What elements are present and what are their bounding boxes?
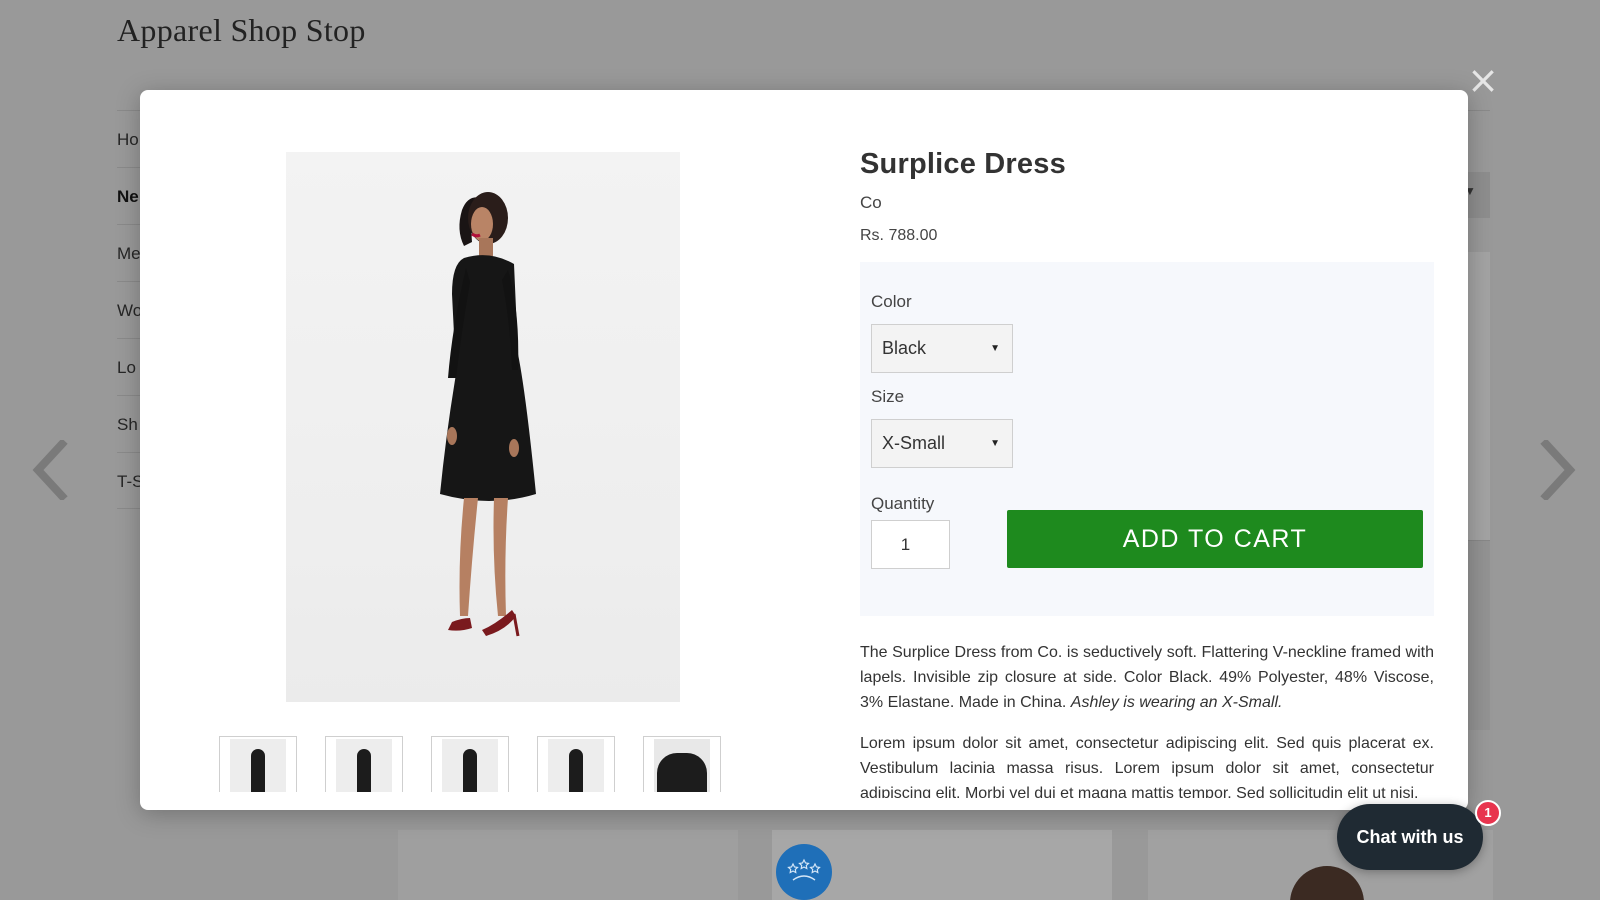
thumbnail-5[interactable]: [643, 736, 721, 792]
color-select-value: Black: [882, 338, 927, 358]
close-icon[interactable]: ×: [1467, 61, 1499, 99]
product-price: Rs. 788.00: [860, 227, 938, 244]
quantity-input[interactable]: 1: [871, 520, 950, 569]
description-paragraph-1: The Surplice Dress from Co. is seductive…: [860, 640, 1434, 715]
description-paragraph-2: Lorem ipsum dolor sit amet, consectetur …: [860, 735, 1434, 798]
stars-badge-icon[interactable]: [776, 844, 832, 900]
thumbnail-2[interactable]: [325, 736, 403, 792]
caret-down-icon: ▼: [990, 343, 1000, 354]
product-details: Surplice Dress Co Rs. 788.00: [860, 148, 1434, 245]
chevron-left-icon[interactable]: [30, 438, 70, 502]
product-options-form: Color Black ▼ Size X-Small ▼ Quantity 1 …: [860, 262, 1434, 616]
model-figure: [440, 192, 536, 637]
chevron-right-icon[interactable]: [1538, 438, 1578, 502]
chat-button[interactable]: Chat with us: [1337, 804, 1483, 870]
caret-down-icon: ▼: [990, 438, 1000, 449]
product-title: Surplice Dress: [860, 148, 1066, 180]
thumbnail-strip: [219, 736, 729, 792]
size-select[interactable]: X-Small ▼: [871, 419, 1013, 468]
store-title[interactable]: Apparel Shop Stop: [117, 12, 366, 49]
product-description: The Surplice Dress from Co. is seductive…: [860, 640, 1434, 798]
description-model-note: Ashley is wearing an X-Small.: [1070, 694, 1283, 711]
background-product-card[interactable]: [398, 830, 738, 900]
product-main-image[interactable]: [286, 152, 680, 702]
stars-icon: [787, 858, 821, 881]
thumbnail-3[interactable]: [431, 736, 509, 792]
thumbnail-1[interactable]: [219, 736, 297, 792]
color-select[interactable]: Black ▼: [871, 324, 1013, 373]
chat-notification-badge: 1: [1475, 800, 1501, 826]
size-label: Size: [871, 387, 905, 406]
size-select-value: X-Small: [882, 433, 946, 453]
product-brand[interactable]: Co: [860, 193, 1434, 213]
color-label: Color: [871, 292, 912, 311]
quantity-label: Quantity: [871, 494, 935, 513]
quick-view-modal: Surplice Dress Co Rs. 788.00 Color Black…: [140, 90, 1468, 810]
add-to-cart-button[interactable]: ADD TO CART: [1007, 510, 1423, 568]
thumbnail-4[interactable]: [537, 736, 615, 792]
